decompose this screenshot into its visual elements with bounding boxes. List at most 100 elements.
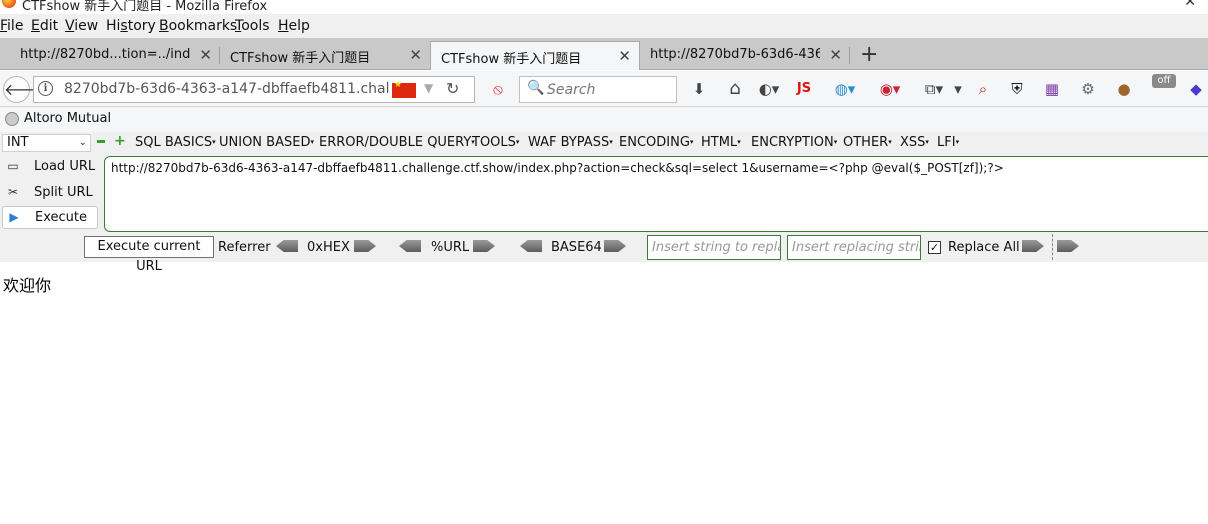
hackbar-menu-other[interactable]: OTHER▾: [843, 135, 892, 150]
hackbar-menu-html[interactable]: HTML▾: [701, 135, 741, 150]
menu-item[interactable]: Help: [278, 18, 310, 34]
home-icon[interactable]: ⌂: [726, 80, 744, 98]
search-icon: 🔍: [527, 80, 545, 96]
url-bar[interactable]: i 8270bd7b-63d6-4363-a147-dbffaefb4811.c…: [33, 76, 475, 103]
url-encode-arrow-icon[interactable]: [473, 240, 495, 252]
hex-label: 0xHEX: [307, 240, 350, 255]
window-close-icon[interactable]: ✕: [1184, 0, 1196, 10]
url-payload-textarea[interactable]: http://8270bd7b-63d6-4363-a147-dbffaefb4…: [104, 156, 1208, 232]
bookmark-favicon-icon: [5, 112, 19, 126]
menu-item[interactable]: Bookmarks: [159, 18, 237, 34]
tab-2[interactable]: CTFshow 新手入门题目 ✕: [220, 41, 430, 70]
base64-encode-arrow-icon[interactable]: [604, 240, 626, 252]
hackbar-menu-union-based[interactable]: UNION BASED▾: [219, 135, 314, 150]
split-url-button[interactable]: ✂ Split URL: [2, 182, 98, 205]
firefox-logo-icon: [2, 0, 16, 8]
tab-close-icon[interactable]: ✕: [409, 46, 422, 64]
chevron-down-icon: ▾: [310, 138, 314, 146]
execute-button[interactable]: ▶ Execute: [2, 206, 98, 229]
hackbar-menu-encryption[interactable]: ENCRYPTION▾: [751, 135, 837, 150]
page-body-text: 欢迎你: [3, 276, 52, 295]
injection-type-select[interactable]: INT ⌄: [2, 134, 91, 152]
search-box[interactable]: 🔍 Search: [519, 76, 677, 103]
library-icon[interactable]: ⧉▾: [922, 80, 946, 98]
settings-gear-icon[interactable]: ⚙: [1079, 80, 1097, 98]
shield-icon[interactable]: ⛨: [1008, 80, 1026, 98]
china-flag-icon: [392, 80, 416, 98]
chevron-down-icon: ▾: [955, 138, 960, 146]
js-icon[interactable]: JS: [793, 80, 815, 98]
execute-current-url-button[interactable]: Execute current URL: [84, 236, 214, 274]
tab-close-icon[interactable]: ✕: [618, 47, 631, 65]
chevron-down-icon: ▾: [689, 138, 694, 146]
bookmarks-toolbar: Altoro Mutual: [0, 107, 1208, 132]
hackbar-menu-tools[interactable]: TOOLS▾: [472, 135, 519, 150]
color-picker-icon[interactable]: ▦: [1043, 80, 1061, 98]
url-text[interactable]: 8270bd7b-63d6-4363-a147-dbffaefb4811.cha…: [64, 81, 389, 97]
chevron-down-icon: ▾: [737, 138, 741, 146]
menu-item[interactable]: View: [65, 18, 98, 34]
block-icon[interactable]: ⦸: [489, 80, 507, 98]
base64-decode-arrow-icon[interactable]: [520, 240, 542, 252]
injection-type-value: INT: [7, 135, 29, 150]
hackbar-menu-xss[interactable]: XSS▾: [900, 135, 929, 150]
chevron-down-icon: ▾: [888, 138, 892, 146]
load-url-label: Load URL: [34, 159, 96, 174]
chevron-down-icon: ▾: [925, 138, 929, 146]
zoom-icon[interactable]: ⌕: [974, 80, 992, 98]
hackbar-off-icon[interactable]: off: [1152, 74, 1176, 88]
hackbar-menu-error-double-query[interactable]: ERROR/DOUBLE QUERY▾: [319, 135, 475, 150]
overflow-menu-icon[interactable]: ▾: [953, 80, 963, 98]
url-dropdown-icon[interactable]: ▼: [424, 81, 433, 95]
scissors-icon: ✂: [7, 185, 19, 199]
load-url-button[interactable]: ▭ Load URL: [2, 156, 98, 179]
replace-all-arrow-icon[interactable]: [1057, 240, 1079, 252]
replace-arrow-icon[interactable]: [1022, 240, 1044, 252]
menubar: File Edit View History Bookmarks Tools Help: [0, 14, 1208, 38]
increase-icon[interactable]: +: [114, 134, 126, 148]
menu-item[interactable]: Edit: [31, 18, 58, 34]
reload-icon[interactable]: ↻: [446, 79, 459, 98]
download-icon[interactable]: ⬇: [690, 80, 708, 98]
menu-item[interactable]: Tools: [235, 18, 270, 34]
referrer-toggle[interactable]: Referrer: [218, 240, 271, 255]
menu-item[interactable]: History: [106, 18, 156, 34]
url-label: %URL: [431, 240, 470, 255]
menu-item[interactable]: File: [0, 18, 23, 34]
insert-replacing-string-input[interactable]: Insert replacing string: [787, 235, 921, 260]
play-icon: ▶: [9, 210, 19, 224]
hackbar-menu-lfi[interactable]: LFI▾: [937, 135, 959, 150]
search-placeholder: Search: [547, 82, 596, 98]
chevron-down-icon: ▾: [609, 138, 613, 146]
url-decode-arrow-icon[interactable]: [399, 240, 421, 252]
tab-close-icon[interactable]: ✕: [829, 46, 842, 64]
tab-label: http://8270bd...tion=../index: [20, 47, 190, 62]
bookmark-label: Altoro Mutual: [24, 111, 112, 126]
extension-diamond-icon[interactable]: ◆: [1187, 80, 1205, 98]
new-tab-button[interactable]: +: [860, 42, 878, 67]
hackbar-menu-waf-bypass[interactable]: WAF BYPASS▾: [528, 135, 613, 150]
tab-3-active[interactable]: CTFshow 新手入门题目 ✕: [430, 41, 640, 70]
cookie-icon[interactable]: ●: [1115, 80, 1133, 98]
insert-string-to-replace-input[interactable]: Insert string to replace: [647, 235, 781, 260]
chevron-down-icon: ▾: [833, 138, 838, 146]
site-info-icon[interactable]: i: [38, 81, 53, 96]
hex-encode-arrow-icon[interactable]: [354, 240, 376, 252]
window-title: CTFshow 新手入门题目 - Mozilla Firefox: [22, 0, 268, 14]
tab-1[interactable]: http://8270bd...tion=../index ✕: [10, 41, 220, 70]
hex-decode-arrow-icon[interactable]: [276, 240, 298, 252]
tab-close-icon[interactable]: ✕: [199, 46, 212, 64]
globe-menu-icon[interactable]: ◐▾: [756, 80, 782, 98]
hackbar-menu-encoding[interactable]: ENCODING▾: [619, 135, 693, 150]
tab-separator: [849, 47, 850, 64]
chevron-down-icon: ▾: [212, 138, 216, 146]
chrome-menu-icon[interactable]: ◍▾: [832, 80, 858, 98]
replace-all-checkbox[interactable]: ✓: [928, 241, 941, 254]
nav-toolbar: 🡐 i 8270bd7b-63d6-4363-a147-dbffaefb4811…: [0, 71, 1208, 107]
tab-4[interactable]: http://8270bd7b-63d6-436... ✕: [640, 41, 850, 70]
ghostery-icon[interactable]: ◉▾: [876, 80, 904, 98]
decrease-icon[interactable]: [97, 140, 105, 143]
hackbar-menu-sql-basics[interactable]: SQL BASICS▾: [135, 135, 216, 150]
back-button[interactable]: 🡐: [3, 76, 47, 103]
split-url-label: Split URL: [34, 185, 93, 200]
